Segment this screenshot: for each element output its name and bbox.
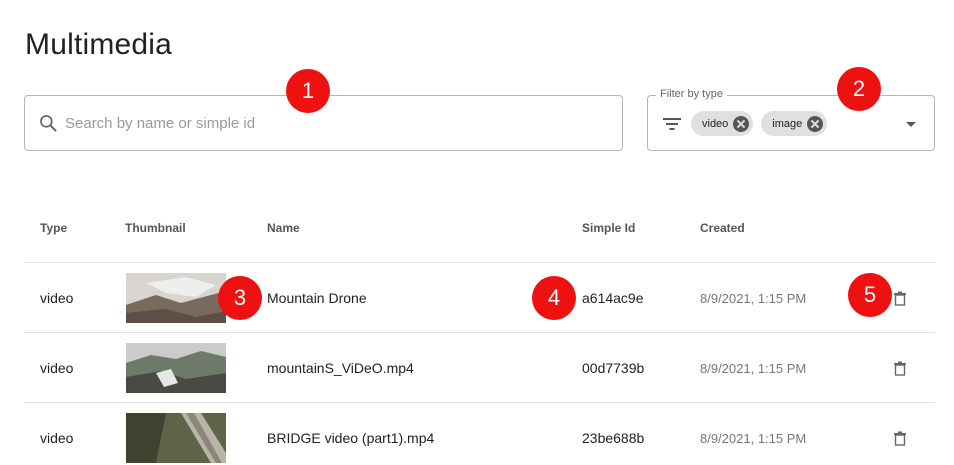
search-icon [40,115,57,132]
table-row[interactable]: video Mountain Drone a614ac9e 8/9/2021, … [24,263,935,333]
cell-created: 8/9/2021, 1:15 PM [700,361,807,376]
chip-video[interactable]: video [691,111,754,136]
video-thumbnail[interactable] [126,343,226,393]
chip-label: image [772,117,803,130]
remove-chip-icon[interactable] [733,115,750,132]
header-thumbnail[interactable]: Thumbnail [125,221,186,235]
delete-icon[interactable] [893,431,907,446]
remove-chip-icon[interactable] [807,115,824,132]
annotation-badge-5: 5 [848,273,892,317]
page-title: Multimedia [25,28,173,61]
delete-icon[interactable] [893,361,907,376]
header-name[interactable]: Name [267,221,300,235]
cell-type: video [40,290,74,306]
cell-name[interactable]: BRIDGE video (part1).mp4 [267,430,434,446]
multimedia-table: Type Thumbnail Name Simple Id Created vi… [24,193,935,465]
delete-icon[interactable] [893,291,907,306]
annotation-badge-3: 3 [218,276,262,320]
cell-name[interactable]: Mountain Drone [267,290,367,306]
dropdown-arrow-icon[interactable] [906,122,916,127]
annotation-badge-4: 4 [532,276,576,320]
filter-chips: video image [691,111,828,136]
header-created[interactable]: Created [700,221,745,235]
header-simple-id[interactable]: Simple Id [582,221,635,235]
cell-type: video [40,360,74,376]
cell-type: video [40,430,74,446]
chip-label: video [702,117,729,130]
table-header: Type Thumbnail Name Simple Id Created [24,193,935,263]
cell-name[interactable]: mountainS_ViDeO.mp4 [267,360,414,376]
video-thumbnail[interactable] [126,273,226,323]
video-thumbnail[interactable] [126,413,226,463]
chip-image[interactable]: image [761,111,828,136]
cell-created: 8/9/2021, 1:15 PM [700,431,807,446]
annotation-badge-1: 1 [286,69,330,113]
cell-simple-id: 00d7739b [582,360,645,376]
filter-icon [663,118,681,130]
cell-simple-id: 23be688b [582,430,645,446]
filter-by-type-select[interactable]: Filter by type video image [647,88,935,151]
annotation-badge-2: 2 [837,67,881,111]
table-row[interactable]: video BRIDGE video (part1).mp4 23be688b … [24,403,935,465]
search-input[interactable] [65,114,565,132]
table-row[interactable]: video mountainS_ViDeO.mp4 00d7739b 8/9/2… [24,333,935,403]
filter-legend: Filter by type [656,88,727,100]
cell-simple-id: a614ac9e [582,290,644,306]
header-type[interactable]: Type [40,221,67,235]
cell-created: 8/9/2021, 1:15 PM [700,291,807,306]
